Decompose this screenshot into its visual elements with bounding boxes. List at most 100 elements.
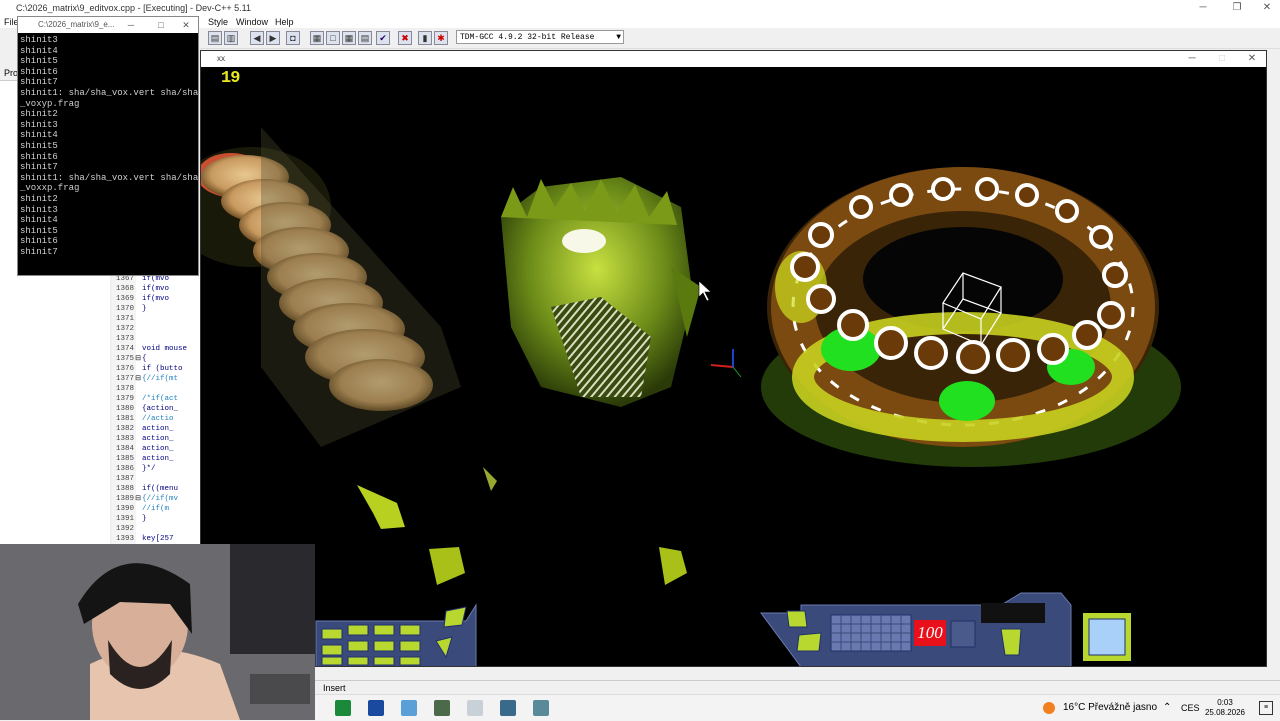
- code-line: 1373: [112, 334, 142, 344]
- compiler-select[interactable]: TDM-GCC 4.9.2 32-bit Release ▼: [456, 30, 624, 44]
- weather-sun-icon: [1043, 702, 1055, 714]
- console-close-button[interactable]: ✕: [174, 17, 198, 33]
- code-text: if(mvo: [142, 285, 170, 293]
- table-icon[interactable]: ▦: [342, 31, 356, 45]
- unindent-icon[interactable]: ▥: [224, 31, 238, 45]
- chart-icon[interactable]: ▮: [418, 31, 432, 45]
- clock[interactable]: 0:03 25.08.2026: [1195, 698, 1255, 718]
- close-button[interactable]: ✕: [1250, 0, 1280, 16]
- game-minimize-button[interactable]: ─: [1175, 51, 1209, 67]
- code-text: {//if(mt: [142, 375, 179, 383]
- chevron-up-icon[interactable]: ⌃: [1163, 695, 1171, 721]
- game-title-bar: xx ─ □ ✕: [201, 51, 1266, 67]
- code-line: 1384 action_: [112, 444, 174, 454]
- line-number: 1383: [115, 435, 134, 443]
- menu-help[interactable]: Help: [275, 16, 294, 28]
- fold-toggle-icon[interactable]: ⊟: [134, 374, 142, 384]
- console-output: shinit3 shinit4 shinit5 shinit6 shinit7 shini…: [20, 35, 198, 275]
- console-line: _voxxp.frag: [20, 183, 80, 194]
- game-maximize-button[interactable]: □: [1205, 51, 1239, 67]
- code-line: 1388 if((menu: [112, 484, 178, 494]
- code-editor[interactable]: 1367 if(mvo 1368 if(mvo 1369 if(mvo 1370} 1371 1…: [112, 274, 200, 544]
- console-minimize-button[interactable]: ─: [114, 17, 148, 33]
- minimize-button[interactable]: ─: [1186, 0, 1220, 16]
- fold-toggle-icon[interactable]: ⊟: [134, 494, 142, 504]
- line-number: 1378: [115, 385, 134, 393]
- clock-time: 0:03: [1217, 698, 1233, 707]
- console-line: shinit6: [20, 151, 58, 162]
- menu-style[interactable]: Style: [208, 16, 228, 28]
- line-number: 1369: [115, 295, 134, 303]
- check-icon[interactable]: ✔: [376, 31, 390, 45]
- code-text: action_: [142, 445, 174, 453]
- code-line: 1369 if(mvo: [112, 294, 169, 304]
- clock-date: 25.08.2026: [1204, 708, 1246, 717]
- code-text: /*if(act: [142, 395, 179, 403]
- menu-window[interactable]: Window: [236, 16, 268, 28]
- code-text: {: [142, 355, 147, 363]
- taskbar-window-icon[interactable]: [533, 700, 549, 716]
- debug-icon[interactable]: ✱: [434, 31, 448, 45]
- code-line: 1371: [112, 314, 142, 324]
- code-text: }: [142, 305, 147, 313]
- maximize-button[interactable]: ❐: [1220, 0, 1254, 16]
- bookmark-icon[interactable]: ◘: [286, 31, 300, 45]
- project-tab[interactable]: Pro: [4, 68, 18, 78]
- taskbar-explorer-icon[interactable]: [467, 700, 483, 716]
- taskbar-game-icon[interactable]: [434, 700, 450, 716]
- code-line: 1390 //if(m: [112, 504, 169, 514]
- stop-icon[interactable]: ✖: [398, 31, 412, 45]
- code-line: 1379 /*if(act: [112, 394, 178, 404]
- ammo-counter: 100: [914, 620, 946, 646]
- code-text: if((menu: [142, 485, 179, 493]
- console-line: shinit2: [20, 193, 58, 204]
- axis-gizmo: [710, 349, 742, 378]
- line-number: 1375: [115, 355, 134, 363]
- line-number: 1388: [115, 485, 134, 493]
- taskbar-console-icon[interactable]: [500, 700, 516, 716]
- voxel-viewport[interactable]: [201, 67, 1266, 666]
- console-maximize-button[interactable]: □: [144, 17, 178, 33]
- console-line: shinit3: [20, 119, 58, 130]
- taskbar-devcpp-icon[interactable]: [368, 700, 384, 716]
- game-window[interactable]: xx ─ □ ✕ 19: [200, 50, 1267, 667]
- weather-widget[interactable]: 16°C Převážně jasno: [1043, 695, 1157, 721]
- forward-icon[interactable]: ▶: [266, 31, 280, 45]
- line-number: 1390: [115, 505, 134, 513]
- grid-view-icon[interactable]: ▦: [310, 31, 324, 45]
- console-line: shinit3: [20, 35, 58, 45]
- console-line: _voxyp.frag: [20, 98, 80, 109]
- taskbar-app-icon[interactable]: [335, 700, 351, 716]
- back-icon[interactable]: ◀: [250, 31, 264, 45]
- list-icon[interactable]: ▤: [358, 31, 372, 45]
- line-number: 1368: [115, 285, 134, 293]
- console-line: shinit6: [20, 236, 58, 247]
- hud-left-panel: [315, 603, 477, 666]
- console-line: shinit1: sha/sha_vox.vert sha/sha: [20, 172, 198, 183]
- mouse-cursor-icon: [698, 280, 712, 302]
- indent-icon[interactable]: ▤: [208, 31, 222, 45]
- line-number: 1389: [115, 495, 134, 503]
- fold-toggle-icon[interactable]: ⊟: [134, 354, 142, 364]
- code-text: if (butto: [142, 365, 183, 373]
- code-text: if(mvo: [142, 295, 170, 303]
- code-text: //if(m: [142, 505, 170, 513]
- console-window[interactable]: C:\2026_matrix\9_e... ─ □ ✕ shinit3 shini…: [17, 16, 199, 276]
- code-line: 1380 {action_: [112, 404, 178, 414]
- console-title: C:\2026_matrix\9_e...: [38, 20, 115, 29]
- window-icon[interactable]: □: [326, 31, 340, 45]
- code-line: 1378: [112, 384, 142, 394]
- console-line: shinit1: sha/sha_vox.vert sha/sha: [20, 87, 198, 98]
- game-close-button[interactable]: ✕: [1235, 51, 1266, 67]
- taskbar-notepad-icon[interactable]: [401, 700, 417, 716]
- code-line: 1392: [112, 524, 142, 534]
- code-line: 1368 if(mvo: [112, 284, 169, 294]
- ring-object: [761, 167, 1181, 467]
- console-line: shinit7: [20, 162, 58, 173]
- disc-stack-object: [201, 127, 461, 447]
- leaf-fragments: [357, 467, 687, 585]
- line-number: 1393: [115, 535, 134, 543]
- code-line: 1383 action_: [112, 434, 174, 444]
- notification-icon[interactable]: ≡: [1259, 701, 1273, 715]
- console-line: shinit5: [20, 140, 58, 151]
